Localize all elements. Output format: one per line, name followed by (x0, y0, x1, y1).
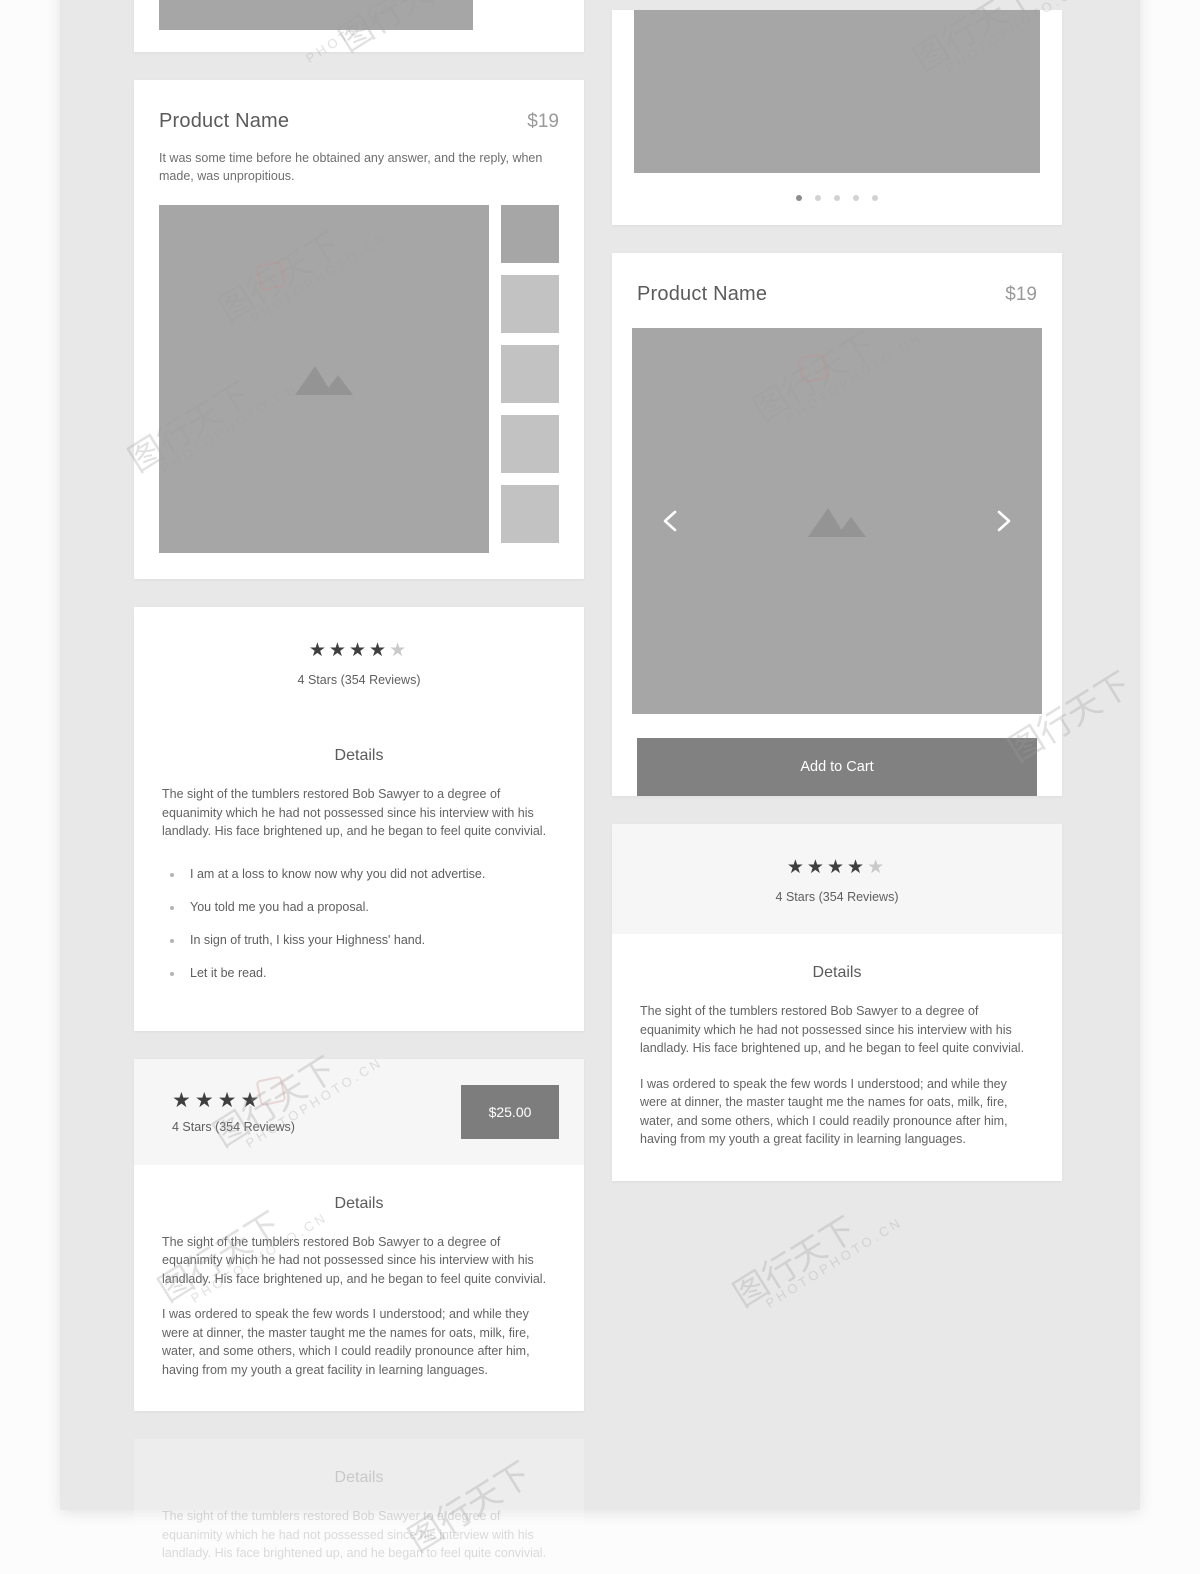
gallery-thumbnail[interactable] (501, 345, 559, 404)
star-empty-icon: ★ (867, 857, 888, 878)
star-filled-icon: ★ (369, 640, 390, 662)
carousel-wrapper (612, 306, 1062, 738)
gallery-hero-image[interactable] (159, 205, 489, 554)
product-price: $19 (1005, 284, 1037, 305)
gallery-strip (134, 0, 584, 52)
product-title: Product Name (637, 283, 768, 305)
details-body: The sight of the tumblers restored Bob S… (134, 1233, 584, 1412)
product-carousel-card: Product Name $19 Add to Cart (612, 253, 1062, 796)
rating-label: 4 Stars (354 Reviews) (297, 673, 421, 688)
star-rating: ★★★★★ (637, 858, 1037, 877)
star-rating: ★★★★ (172, 1090, 295, 1111)
details-paragraph: I was ordered to speak the few words I u… (640, 1076, 1008, 1147)
product-gallery (134, 185, 584, 579)
carousel-image[interactable] (632, 328, 1042, 714)
star-filled-icon: ★ (786, 857, 807, 878)
details-bullet-list: I am at a loss to know now why you did n… (162, 867, 556, 980)
star-filled-icon: ★ (194, 1088, 218, 1112)
gallery-hero-image[interactable] (159, 0, 473, 30)
mockup-canvas: Product Name $19 It was some time before… (60, 0, 1140, 1574)
star-filled-icon: ★ (240, 1088, 264, 1112)
star-filled-icon: ★ (847, 857, 868, 878)
star-filled-icon: ★ (348, 640, 370, 662)
list-item: In sign of truth, I kiss your Highness' … (162, 933, 556, 947)
mountain-image-icon (808, 508, 866, 537)
star-filled-icon: ★ (328, 640, 349, 662)
details-paragraph: The sight of the tumblers restored Bob S… (162, 787, 547, 839)
gallery-thumbnail[interactable] (501, 275, 559, 334)
carousel-card-top (612, 10, 1062, 225)
product-header: Product Name $19 (612, 253, 1062, 306)
carousel-dot[interactable] (834, 195, 840, 201)
gallery-thumbnail[interactable] (501, 485, 559, 544)
details-heading: Details (334, 747, 384, 765)
details-paragraph: The sight of the tumblers restored Bob S… (640, 1004, 1025, 1055)
product-detail-card: Product Name $19 It was some time before… (134, 80, 584, 580)
carousel-dots (612, 173, 1062, 225)
gallery-thumbnail-active[interactable] (501, 205, 559, 264)
chevron-right-icon (997, 510, 1011, 532)
details-paragraph: The sight of the tumblers restored Bob S… (162, 1509, 547, 1561)
rating-group: ★★★★ 4 Stars (354 Reviews) (172, 1090, 295, 1134)
product-gallery-card-top (134, 0, 584, 52)
list-item: Let it be read. (162, 966, 556, 980)
star-rating: ★★★★★ (159, 641, 559, 660)
rating-details-card: ★★★★★ 4 Stars (354 Reviews) Details The … (612, 824, 1062, 1181)
rating-price-details-card: ★★★★ 4 Stars (354 Reviews) $25.00 Detail… (134, 1058, 584, 1412)
thumbnail-list (501, 205, 559, 553)
details-paragraph: The sight of the tumblers restored Bob S… (162, 1234, 547, 1286)
details-body: The sight of the tumblers restored Bob S… (612, 1002, 1062, 1181)
list-item: I am at a loss to know now why you did n… (162, 867, 556, 881)
rating-block: ★★★★★ 4 Stars (354 Reviews) (612, 824, 1062, 934)
details-body: The sight of the tumblers restored Bob S… (134, 1507, 584, 1574)
right-column: Product Name $19 Add to Cart ★★★★★ 4 Sta… (612, 10, 1062, 1209)
details-paragraph: I was ordered to speak the few words I u… (162, 1307, 530, 1377)
details-heading: Details (334, 1194, 384, 1212)
left-column: Product Name $19 It was some time before… (134, 0, 584, 1574)
star-filled-icon: ★ (172, 1088, 195, 1112)
rating-block: ★★★★★ 4 Stars (354 Reviews) (134, 607, 584, 717)
product-price: $19 (527, 111, 559, 132)
rating-label: 4 Stars (354 Reviews) (775, 890, 899, 904)
price-badge-button[interactable]: $25.00 (461, 1084, 559, 1139)
list-item: You told me you had a proposal. (162, 900, 556, 914)
rating-label: 4 Stars (354 Reviews) (172, 1119, 295, 1134)
star-filled-icon: ★ (217, 1088, 241, 1112)
rating-details-card: ★★★★★ 4 Stars (354 Reviews) Details The … (134, 607, 584, 1031)
product-header: Product Name $19 (134, 80, 584, 133)
details-heading: Details (334, 1469, 384, 1487)
mountain-image-icon (295, 366, 353, 396)
star-filled-icon: ★ (308, 640, 329, 662)
star-filled-icon: ★ (826, 857, 848, 878)
carousel-dot[interactable] (815, 195, 821, 201)
add-to-cart-button[interactable]: Add to Cart (637, 738, 1037, 796)
chevron-left-icon (663, 510, 677, 532)
product-description: It was some time before he obtained any … (159, 151, 543, 184)
star-empty-icon: ★ (389, 640, 410, 662)
carousel-dot-active[interactable] (796, 195, 802, 201)
gallery-thumbnail[interactable] (501, 415, 559, 474)
details-heading: Details (812, 964, 862, 981)
carousel-prev-button[interactable] (658, 508, 684, 534)
details-card-bottom-clipped: Details The sight of the tumblers restor… (134, 1439, 584, 1574)
details-body: The sight of the tumblers restored Bob S… (134, 785, 584, 1031)
carousel-dot[interactable] (853, 195, 859, 201)
star-filled-icon: ★ (806, 857, 827, 878)
carousel-next-button[interactable] (990, 508, 1016, 534)
carousel-image[interactable] (634, 10, 1040, 173)
carousel-dot[interactable] (872, 195, 878, 201)
product-title: Product Name (159, 110, 290, 132)
rating-price-bar: ★★★★ 4 Stars (354 Reviews) $25.00 (134, 1058, 584, 1165)
